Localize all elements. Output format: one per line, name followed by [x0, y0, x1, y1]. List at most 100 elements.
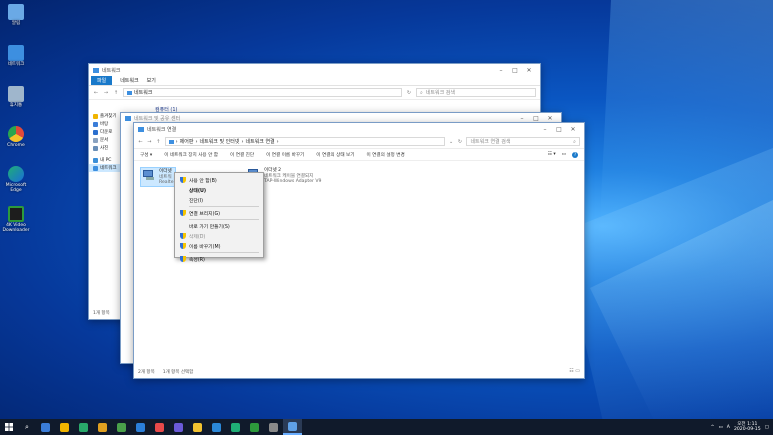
shield-icon [180, 256, 186, 262]
disable-device-button[interactable]: 이 네트워크 장치 사용 안 함 [164, 152, 218, 158]
start-button[interactable] [0, 419, 18, 435]
connections-command-bar: 구성 ▾ 이 네트워크 장치 사용 안 함 이 연결 진단 이 연결 이름 바꾸… [134, 149, 584, 161]
language-indicator[interactable]: A [727, 425, 730, 430]
recycle-bin-icon [8, 86, 24, 102]
refresh-icon[interactable]: ↻ [458, 139, 463, 145]
maximize-button[interactable]: □ [552, 126, 566, 133]
tab-network[interactable]: 네트워크 [120, 77, 138, 84]
search-button[interactable]: ⌕ [18, 419, 36, 435]
taskbar-app-button[interactable] [188, 419, 207, 435]
breadcrumb-network-internet[interactable]: 네트워크 및 인터넷 [199, 138, 239, 145]
connections-status: 2개 항목 1개 항목 선택함 [138, 370, 194, 375]
back-arrow-icon[interactable]: ← [93, 90, 99, 96]
desktop-icon-user[interactable]: 알림 [2, 4, 30, 26]
app-icon [41, 422, 50, 432]
up-arrow-icon[interactable]: ↑ [113, 90, 119, 96]
view-options-icon[interactable]: ☷ ▾ [548, 152, 556, 158]
app-icon [79, 422, 88, 432]
sharing-center-icon [125, 115, 131, 121]
taskbar-app-button[interactable] [112, 419, 131, 435]
clock[interactable]: 오전 1:11 2020-09-15 [734, 422, 761, 432]
menu-item-diagnose[interactable]: 진단(I) [175, 195, 263, 205]
desktop-icon-edge[interactable]: Microsoft Edge [2, 166, 30, 193]
taskbar-app-button[interactable] [226, 419, 245, 435]
connections-search-input[interactable]: 네트워크 연결 검색 ⌕ [466, 137, 580, 146]
taskbar-app-button[interactable] [36, 419, 55, 435]
minimize-button[interactable]: – [515, 115, 529, 122]
maximize-button[interactable]: □ [508, 67, 522, 74]
app-icon [193, 422, 202, 432]
forward-arrow-icon[interactable]: → [103, 90, 109, 96]
connections-titlebar[interactable]: 네트워크 연결 – □ ✕ [134, 123, 584, 135]
diagnose-button[interactable]: 이 연결 진단 [230, 152, 254, 158]
change-settings-button[interactable]: 이 연결의 설정 변경 [367, 152, 405, 158]
adapter-ethernet[interactable]: 이더넷 네트워 Realte [140, 167, 176, 187]
taskbar-app-button[interactable] [131, 419, 150, 435]
menu-item-disable[interactable]: 사용 안 함(B) [175, 175, 263, 185]
tray-chevron-icon[interactable]: ^ [711, 425, 715, 430]
maximize-button[interactable]: □ [529, 115, 543, 122]
network-titlebar[interactable]: 네트워크 – □ ✕ [89, 64, 540, 76]
rename-button[interactable]: 이 연결 이름 바꾸기 [266, 152, 304, 158]
desktop-icon-4k-downloader[interactable]: 4K Video Downloader [2, 206, 30, 233]
desktop-icon-chrome[interactable]: Chrome [2, 126, 30, 148]
minimize-button[interactable]: – [494, 67, 508, 74]
desktop-icon-network[interactable]: 네트워크 [2, 45, 30, 67]
taskbar-apps [36, 419, 302, 435]
network-address-bar[interactable]: 네트워크 [123, 88, 402, 97]
document-icon [93, 137, 98, 143]
desktop-icon-recycle-bin[interactable]: 휴지통 [2, 86, 30, 108]
menu-item-create-shortcut[interactable]: 바로 가기 만들기(S) [175, 221, 263, 231]
control-panel-icon [168, 139, 174, 144]
menu-item-properties[interactable]: 속성(R) [175, 254, 263, 264]
app-icon [250, 422, 259, 432]
menu-item-bridge[interactable]: 연결 브리지(G) [175, 208, 263, 218]
download-icon [93, 129, 98, 135]
app-icon [174, 422, 183, 432]
taskbar-app-button[interactable] [55, 419, 74, 435]
up-arrow-icon[interactable]: ↑ [156, 139, 161, 145]
view-toggle-icon[interactable]: ☷ ▭ [569, 368, 580, 374]
app-icon [60, 422, 69, 432]
close-button[interactable]: ✕ [522, 67, 536, 74]
minimize-button[interactable]: – [538, 126, 552, 133]
forward-arrow-icon[interactable]: → [147, 139, 152, 145]
app-icon [117, 422, 126, 432]
organize-button[interactable]: 구성 ▾ [140, 152, 152, 158]
view-status-button[interactable]: 이 연결의 상태 보기 [316, 152, 354, 158]
tab-file[interactable]: 파일 [91, 76, 113, 85]
tab-view[interactable]: 보기 [147, 77, 156, 84]
network-search-input[interactable]: ⌕ 네트워크 검색 [416, 88, 536, 97]
taskbar-app-button[interactable] [264, 419, 283, 435]
menu-item-status[interactable]: 상태(U) [175, 185, 263, 195]
breadcrumb-control-panel[interactable]: 제어판 [180, 138, 194, 145]
close-button[interactable]: ✕ [543, 115, 557, 122]
taskbar-app-button[interactable] [93, 419, 112, 435]
dropdown-chevron-icon[interactable]: ⌄ [449, 139, 454, 145]
menu-item-rename[interactable]: 이름 바꾸기(M) [175, 241, 263, 251]
connections-breadcrumb[interactable]: › 제어판 › 네트워크 및 인터넷 › 네트워크 연결 › [164, 137, 445, 146]
edge-icon [8, 166, 24, 182]
help-icon[interactable]: ? [572, 151, 578, 158]
notification-icon[interactable]: ▢ [765, 425, 769, 430]
search-icon: ⌕ [573, 138, 576, 145]
taskbar-app-button[interactable] [283, 419, 302, 435]
taskbar-app-button[interactable] [245, 419, 264, 435]
menu-item-delete[interactable]: 삭제(D) [175, 231, 263, 241]
shield-icon [180, 210, 186, 216]
close-button[interactable]: ✕ [566, 126, 580, 133]
taskbar-app-button[interactable] [169, 419, 188, 435]
context-menu: 사용 안 함(B) 상태(U) 진단(I) 연결 브리지(G) 바로 가기 만들… [174, 172, 264, 263]
refresh-icon[interactable]: ↻ [406, 90, 412, 96]
taskbar-app-button[interactable] [207, 419, 226, 435]
back-arrow-icon[interactable]: ← [138, 139, 143, 145]
taskbar-app-button[interactable] [150, 419, 169, 435]
network-tray-icon[interactable]: ▭ [718, 425, 722, 430]
taskbar-app-button[interactable] [74, 419, 93, 435]
breadcrumb-network-connections[interactable]: 네트워크 연결 [245, 138, 274, 145]
app-icon [155, 422, 164, 432]
app-icon [98, 422, 107, 432]
preview-pane-icon[interactable]: ▭ [562, 152, 566, 158]
star-icon [93, 113, 98, 119]
network-ribbon-tabs: 파일 네트워크 보기 [89, 76, 540, 86]
